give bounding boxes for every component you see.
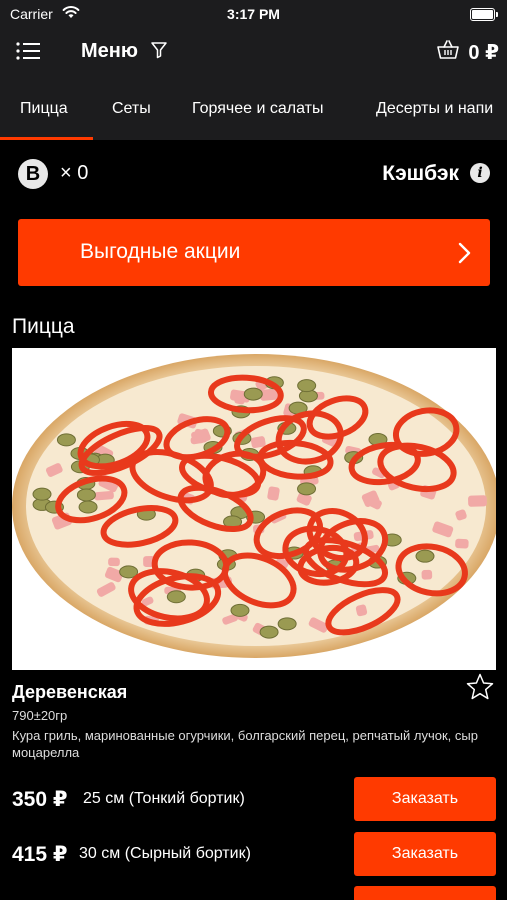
bonus-b-icon: B [18, 159, 48, 189]
pickle-topping [76, 488, 96, 502]
order-button[interactable]: Заказать [354, 832, 496, 876]
product-description: Кура гриль, маринованные огурчики, болга… [12, 728, 478, 760]
star-outline-icon[interactable] [465, 672, 495, 702]
pickle-topping [166, 590, 186, 604]
bonus-row: B × 0 Кэшбэк i [0, 140, 507, 210]
status-bar: Carrier 3:17 PM [0, 0, 507, 30]
product-weight: 790±20гр [12, 708, 68, 723]
price-option-row [0, 886, 507, 900]
option-size: 30 см (Сырный бортик) [79, 845, 251, 862]
pickle-topping [230, 603, 250, 617]
product-image[interactable] [12, 348, 496, 670]
promotions-button[interactable]: Выгодные акции [18, 219, 490, 286]
cashback-label[interactable]: Кэшбэк [382, 162, 459, 186]
ham-topping [468, 495, 487, 507]
price-option-row: 350 ₽ 25 см (Тонкий бортик) Заказать [0, 777, 507, 821]
category-tabs: Пицца Сеты Горячее и салаты Десерты и на… [0, 74, 507, 140]
price-option-row: 415 ₽ 30 см (Сырный бортик) Заказать [0, 832, 507, 876]
option-price: 350 ₽ [12, 788, 68, 811]
battery-icon [470, 8, 498, 21]
tab-hot-and-salads[interactable]: Горячее и салаты [192, 100, 323, 118]
ham-topping [108, 557, 120, 567]
pickle-topping [32, 487, 52, 501]
section-title: Пицца [12, 315, 75, 338]
pickle-topping [297, 482, 317, 496]
bonus-count: × 0 [60, 162, 89, 184]
option-size: 25 см (Тонкий бортик) [83, 790, 245, 807]
chevron-right-icon [458, 242, 471, 264]
nav-bar: Меню 0 ₽ [0, 30, 507, 74]
basket-icon[interactable] [436, 39, 460, 61]
promotions-label: Выгодные акции [80, 240, 241, 263]
product-name: Деревенская [12, 682, 128, 702]
pickle-topping [277, 617, 297, 631]
tab-desserts-and-drinks[interactable]: Десерты и напи [376, 100, 493, 118]
clock: 3:17 PM [227, 6, 280, 22]
pickle-topping [243, 387, 263, 401]
pickle-topping [56, 433, 76, 447]
pizza-illustration [12, 348, 496, 670]
filter-icon[interactable] [150, 41, 168, 59]
cart-total[interactable]: 0 ₽ [468, 40, 499, 65]
info-icon[interactable]: i [470, 163, 490, 183]
ham-topping [421, 569, 433, 580]
tab-pizza[interactable]: Пицца [20, 100, 68, 118]
pickle-topping [78, 500, 98, 514]
ham-topping [267, 486, 280, 501]
option-price: 415 ₽ [12, 843, 68, 866]
page-title: Меню [81, 40, 138, 62]
pickle-topping [259, 625, 279, 639]
menu-list-icon[interactable] [16, 40, 42, 62]
order-button[interactable]: Заказать [354, 777, 496, 821]
tab-sets[interactable]: Сеты [112, 100, 151, 118]
pickle-topping [297, 379, 317, 393]
ham-topping [455, 538, 469, 549]
pickle-topping [415, 549, 435, 563]
ham-topping [94, 490, 114, 501]
order-button[interactable] [354, 886, 496, 900]
